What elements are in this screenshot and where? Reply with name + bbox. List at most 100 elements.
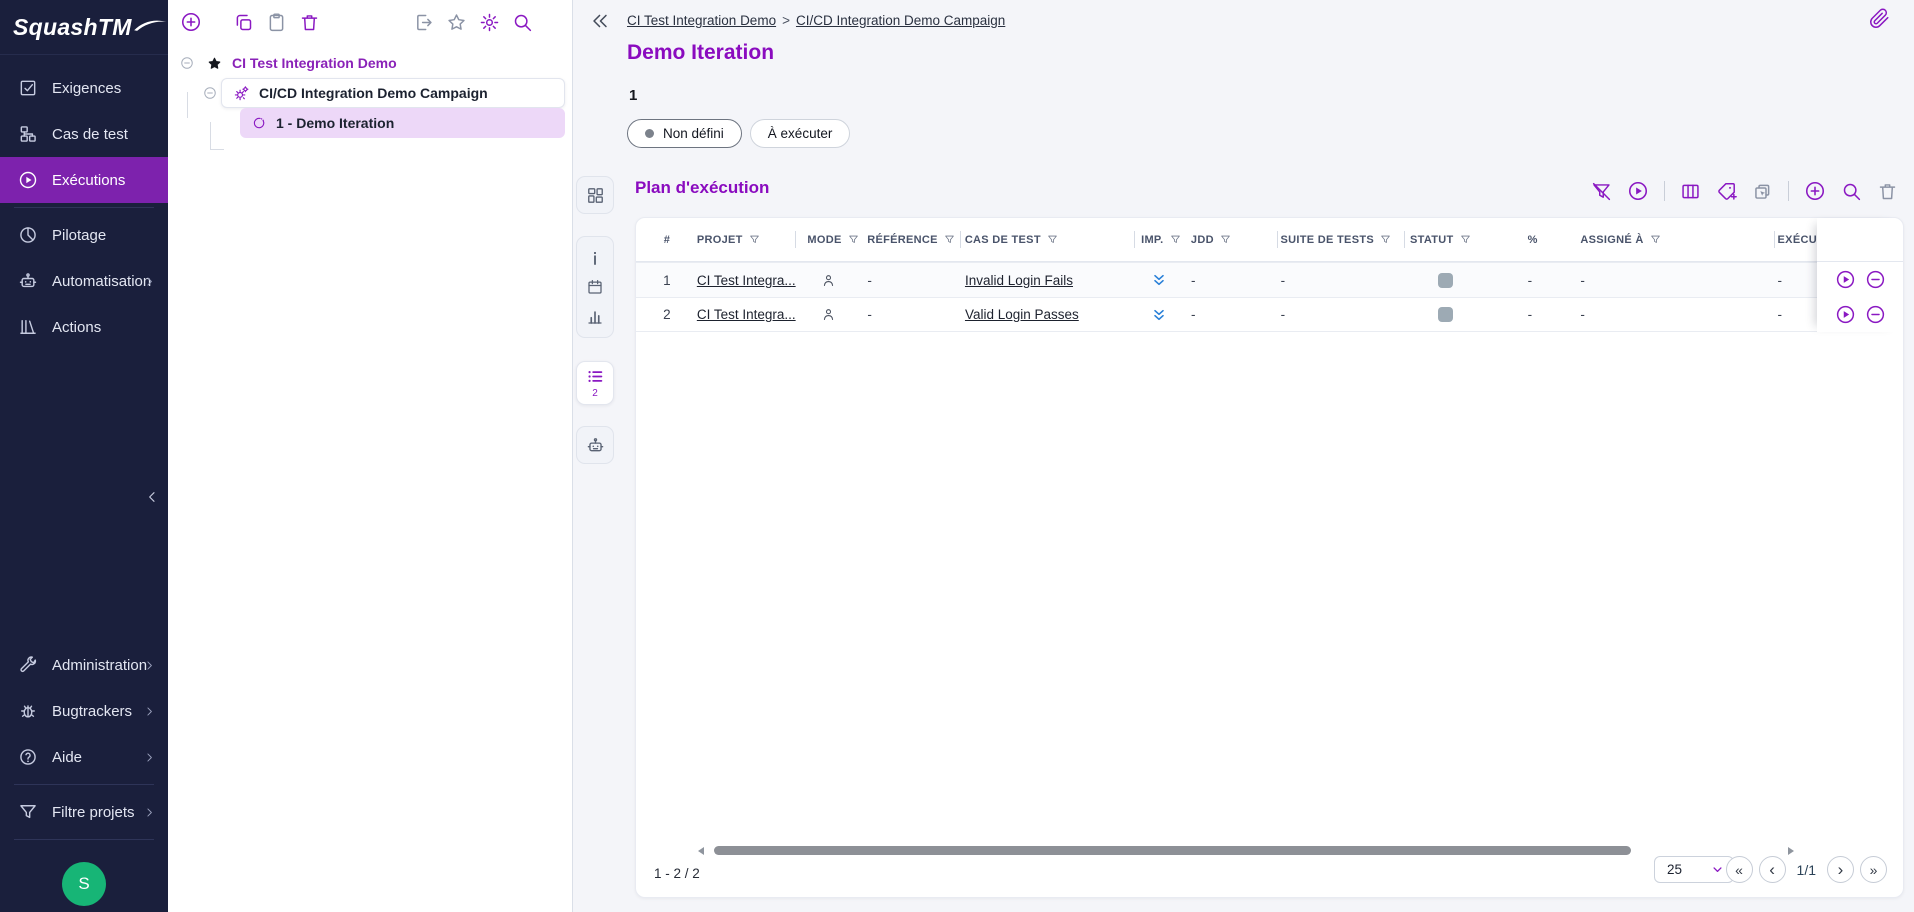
last-page-button[interactable] — [1860, 856, 1887, 883]
settings-button[interactable] — [476, 9, 502, 35]
sidebar-item-administration[interactable]: Administration — [0, 642, 168, 688]
tree-node-campaign[interactable]: CI/CD Integration Demo Campaign — [168, 78, 572, 108]
sidebar-item-pilotage[interactable]: Pilotage — [0, 212, 168, 258]
sidebar-item-executions[interactable]: Exécutions — [0, 157, 168, 203]
columns-button[interactable] — [1680, 181, 1701, 202]
table-row[interactable]: 1 CI Test Integra... - Invalid Login Fai… — [636, 262, 1903, 297]
sidebar-item-automatisation[interactable]: Automatisation — [0, 258, 168, 304]
filter-funnel-icon[interactable] — [1650, 234, 1661, 245]
filter-funnel-icon[interactable] — [1460, 234, 1471, 245]
chevron-right-icon — [143, 275, 156, 288]
dataset-cell: - — [1184, 263, 1277, 297]
robot-icon — [586, 436, 605, 455]
rail-tab-dashboard[interactable] — [576, 176, 614, 214]
iteration-node[interactable]: 1 - Demo Iteration — [240, 108, 565, 138]
project-link[interactable]: CI Test Integra... — [697, 273, 796, 288]
table-row[interactable]: 2 CI Test Integra... - Valid Login Passe… — [636, 297, 1903, 332]
column-label: RÉFÉRENCE — [867, 234, 938, 246]
tree-node-project[interactable]: CI Test Integration Demo — [168, 48, 572, 78]
funnel-slash-icon — [1591, 181, 1612, 202]
pagination: 1/1 — [1726, 856, 1887, 883]
delete-button[interactable] — [1877, 181, 1898, 202]
filter-funnel-icon[interactable] — [848, 234, 859, 245]
remove-row-button[interactable] — [1865, 269, 1886, 290]
sidebar-item-bugtrackers[interactable]: Bugtrackers — [0, 688, 168, 734]
tree-node-iteration[interactable]: 1 - Demo Iteration — [168, 108, 572, 138]
scroll-left-arrow[interactable] — [698, 847, 704, 855]
column-header-importance[interactable]: IMP. — [1134, 218, 1184, 261]
app-logo[interactable]: SquashTM — [0, 0, 168, 55]
paperclip-icon[interactable] — [1869, 8, 1890, 29]
rail-tab-automation[interactable] — [576, 426, 614, 464]
rail-tab-execution-plan[interactable]: 2 — [576, 361, 614, 405]
sidebar-item-cas-de-test[interactable]: Cas de test — [0, 111, 168, 157]
run-row-button[interactable] — [1835, 269, 1856, 290]
sidebar-collapse-icon[interactable] — [144, 489, 160, 505]
column-header-pct[interactable]: % — [1518, 218, 1573, 261]
favorites-button[interactable] — [443, 9, 469, 35]
column-header-num[interactable]: # — [648, 218, 686, 261]
collapse-node-icon[interactable] — [203, 86, 217, 100]
filter-funnel-icon[interactable] — [1047, 234, 1058, 245]
previous-page-button[interactable] — [1759, 856, 1786, 883]
sidebar-item-actions[interactable]: Actions — [0, 304, 168, 350]
filter-funnel-icon[interactable] — [944, 234, 955, 245]
page-size-select[interactable]: 25 — [1654, 856, 1734, 883]
test-case-link[interactable]: Invalid Login Fails — [965, 273, 1073, 288]
avatar[interactable]: S — [62, 862, 106, 906]
column-header-projet[interactable]: PROJET — [686, 218, 796, 261]
test-case-link[interactable]: Valid Login Passes — [965, 307, 1079, 322]
paste-button[interactable] — [263, 9, 289, 35]
add-button[interactable] — [178, 9, 204, 35]
export-button[interactable] — [410, 9, 436, 35]
search-button[interactable] — [1841, 181, 1862, 202]
sidebar-item-aide[interactable]: Aide — [0, 734, 168, 780]
assignee-cell: - — [1572, 298, 1773, 331]
multi-select-button[interactable] — [1752, 181, 1773, 202]
column-label: CAS DE TEST — [965, 234, 1041, 246]
column-header-reference[interactable]: RÉFÉRENCE — [860, 218, 960, 261]
collapse-node-icon[interactable] — [180, 56, 194, 70]
breadcrumb-link-campaign[interactable]: CI/CD Integration Demo Campaign — [796, 13, 1005, 28]
filter-off-button[interactable] — [1591, 181, 1612, 202]
column-header-assigne[interactable]: ASSIGNÉ À — [1572, 218, 1773, 261]
copy-button[interactable] — [230, 9, 256, 35]
search-button[interactable] — [509, 9, 535, 35]
tag-add-button[interactable] — [1716, 181, 1737, 202]
filter-funnel-icon[interactable] — [749, 234, 760, 245]
column-header-mode[interactable]: MODE — [795, 218, 860, 261]
run-button[interactable] — [1627, 180, 1649, 202]
plan-toolbar — [1591, 180, 1898, 202]
execution-plan-count-badge: 2 — [592, 389, 598, 399]
sidebar-item-filtre-projets[interactable]: Filtre projets — [0, 789, 168, 835]
rail-tab-group[interactable] — [576, 236, 614, 338]
remove-row-button[interactable] — [1865, 304, 1886, 325]
page-size-value: 25 — [1667, 862, 1682, 877]
delete-button[interactable] — [296, 9, 322, 35]
column-header-jdd[interactable]: JDD — [1184, 218, 1277, 261]
next-page-button[interactable] — [1827, 856, 1854, 883]
column-header-cas-de-test[interactable]: CAS DE TEST — [960, 218, 1134, 261]
filter-funnel-icon[interactable] — [1220, 234, 1231, 245]
run-row-button[interactable] — [1835, 304, 1856, 325]
sidebar-item-exigences[interactable]: Exigences — [0, 65, 168, 111]
play-circle-icon — [1835, 304, 1856, 325]
filter-funnel-icon[interactable] — [1380, 234, 1391, 245]
breadcrumb: CI Test Integration Demo > CI/CD Integra… — [627, 13, 1005, 28]
bar-chart-icon — [586, 308, 604, 326]
project-link[interactable]: CI Test Integra... — [697, 307, 796, 322]
breadcrumb-link-project[interactable]: CI Test Integration Demo — [627, 13, 776, 28]
section-title: Plan d'exécution — [635, 178, 769, 198]
gear-icon — [479, 12, 500, 33]
first-page-button[interactable] — [1726, 856, 1753, 883]
scroll-right-arrow[interactable] — [1788, 847, 1794, 855]
column-header-suite[interactable]: SUITE DE TESTS — [1277, 218, 1404, 261]
campaign-node[interactable]: CI/CD Integration Demo Campaign — [221, 78, 565, 108]
column-header-statut[interactable]: STATUT — [1404, 218, 1518, 261]
add-test-button[interactable] — [1804, 180, 1826, 202]
sidebar-item-label: Automatisation — [52, 273, 151, 290]
filter-funnel-icon[interactable] — [1170, 234, 1181, 245]
row-number: 2 — [648, 298, 686, 331]
horizontal-scrollbar-thumb[interactable] — [714, 846, 1631, 855]
collapse-panel-icon[interactable] — [589, 10, 611, 32]
